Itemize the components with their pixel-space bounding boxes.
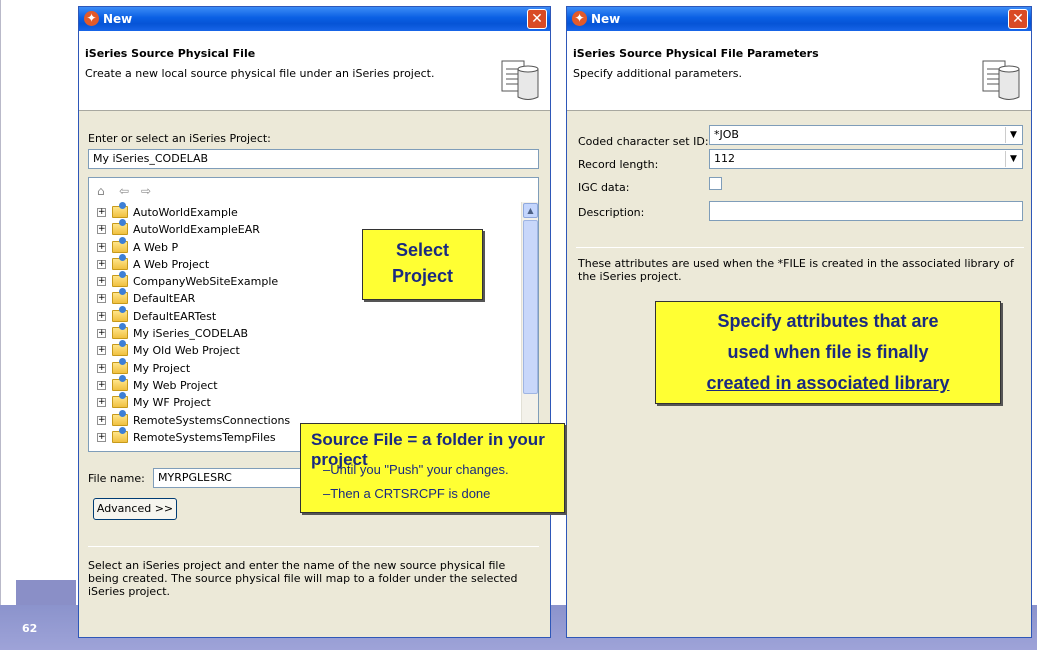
expand-icon[interactable]: + [97,329,106,339]
slide-border [0,0,16,605]
source-file-callout-line: –Then a CRTSRCPF is done [323,486,491,501]
project-folder-icon [112,202,128,218]
expand-icon[interactable]: + [97,346,106,356]
project-folder-icon [112,288,128,305]
ccsid-combo[interactable]: *JOB ▼ [709,125,1023,145]
project-folder-icon [112,219,128,236]
expand-icon[interactable]: + [97,380,106,390]
scroll-up-icon[interactable]: ▲ [523,203,538,218]
close-button[interactable]: ✕ [1008,9,1028,29]
project-folder-icon [112,426,128,443]
ccsid-value: *JOB [714,128,739,141]
source-file-database-icon [501,60,539,100]
close-button[interactable]: ✕ [527,9,547,29]
project-folder-icon [112,236,128,253]
wizard-page-title: iSeries Source Physical File Parameters [573,47,819,60]
tree-scrollbar[interactable]: ▲ [521,202,538,451]
info-text: These attributes are used when the *FILE… [578,257,1014,283]
scroll-thumb[interactable] [523,220,538,394]
file-name-label: File name: [88,472,145,485]
project-folder-icon [112,340,128,357]
expand-icon[interactable]: + [97,259,106,269]
igc-data-label: IGC data: [578,181,630,194]
record-length-combo[interactable]: 112 ▼ [709,149,1023,169]
source-file-database-icon [982,60,1020,100]
new-wizard-icon: ✦ [84,11,99,26]
forward-arrow-icon[interactable]: ⇨ [141,184,163,198]
wizard-banner: iSeries Source Physical File Parameters … [567,31,1031,111]
select-project-callout: Select Project [362,229,483,300]
help-text: Select an iSeries project and enter the … [88,559,518,598]
new-source-file-dialog: ✦ New ✕ iSeries Source Physical File Cre… [78,6,551,638]
dialog-titlebar: ✦ New ✕ [79,7,550,31]
expand-icon[interactable]: + [97,363,106,373]
separator [576,247,1024,248]
wizard-page-title: iSeries Source Physical File [85,47,256,60]
expand-icon[interactable]: + [97,277,106,287]
project-input[interactable]: My iSeries_CODELAB [88,149,539,169]
wizard-page-description: Create a new local source physical file … [85,67,435,80]
expand-icon[interactable]: + [97,415,106,425]
expand-icon[interactable]: + [97,225,106,235]
wizard-page-description: Specify additional parameters. [573,67,742,80]
expand-icon[interactable]: + [97,311,106,321]
project-folder-icon [112,409,128,426]
back-arrow-icon[interactable]: ⇦ [119,184,141,198]
new-wizard-icon: ✦ [572,11,587,26]
expand-icon[interactable]: + [97,398,106,408]
dialog-title: New [103,12,133,26]
dialog-title: New [591,12,621,26]
project-folder-icon [112,374,128,391]
home-icon[interactable]: ⌂ [97,184,119,198]
ccsid-label: Coded character set ID: [578,135,709,148]
attributes-callout: Specify attributes that are used when fi… [655,301,1001,404]
separator [88,546,539,547]
project-folder-icon [112,305,128,322]
project-folder-icon [112,271,128,288]
source-file-callout: Source File = a folder in your project –… [300,423,565,513]
description-label: Description: [578,206,645,219]
igc-data-checkbox[interactable] [709,177,722,190]
expand-icon[interactable]: + [97,208,106,217]
record-length-label: Record length: [578,158,659,171]
project-label: Enter or select an iSeries Project: [88,132,271,145]
dropdown-arrow-icon[interactable]: ▼ [1005,151,1021,167]
project-folder-icon [112,392,128,409]
dropdown-arrow-icon[interactable]: ▼ [1005,127,1021,143]
dialog-titlebar: ✦ New ✕ [567,7,1031,31]
source-file-callout-line: –Until you "Push" your changes. [323,462,509,477]
project-folder-icon [112,323,128,340]
tree-toolbar: ⌂ ⇦ ⇨ [97,184,163,200]
expand-icon[interactable]: + [97,432,106,442]
expand-icon[interactable]: + [97,242,106,252]
project-tree[interactable]: ⌂ ⇦ ⇨ + AutoWorldExample + AutoWorldExampleE… [88,177,539,452]
description-input[interactable] [709,201,1023,221]
project-folder-icon [112,253,128,270]
project-folder-icon [112,357,128,374]
expand-icon[interactable]: + [97,294,106,304]
advanced-button[interactable]: Advanced >> [93,498,177,520]
record-length-value: 112 [714,152,735,165]
wizard-banner: iSeries Source Physical File Create a ne… [79,31,550,111]
slide-page-number: 62 [22,622,38,635]
slide-accent-band [16,580,76,605]
